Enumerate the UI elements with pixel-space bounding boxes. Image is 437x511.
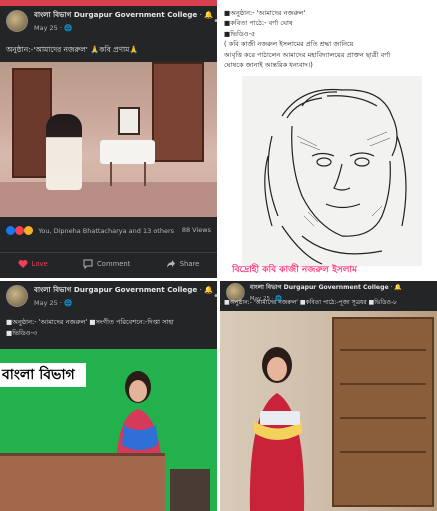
views-count: 88 Views	[181, 226, 211, 234]
top-strip	[0, 0, 217, 6]
page-name[interactable]: বাংলা বিভাগ Durgapur Government College …	[34, 285, 213, 297]
avatar[interactable]	[6, 10, 28, 32]
more-options-icon[interactable]: •••	[213, 16, 217, 27]
post-date: May 25 · 🌐	[34, 24, 73, 32]
cabinet	[332, 317, 434, 507]
comment-button[interactable]: Comment	[83, 259, 130, 269]
floor	[0, 182, 217, 217]
post-caption: অনুষ্ঠান:-'আমাদের নজরুল' 🙏কবি প্রণাম🙏	[6, 45, 139, 54]
post-2: ■অনুষ্ঠান:- 'আমাদের নজরুল' ■কবিতা পাঠে:-…	[220, 0, 437, 278]
post-3: বাংলা বিভাগ Durgapur Government College …	[0, 281, 217, 511]
globe-icon: 🌐	[63, 299, 73, 307]
share-icon	[166, 259, 175, 268]
post-4: বাংলা বিভাগ Durgapur Government College …	[220, 281, 437, 511]
table	[100, 140, 155, 164]
post-header: বাংলা বিভাগ Durgapur Government College …	[6, 285, 217, 307]
reactions-text: You, Dipneha Bhattacharya and 13 others	[38, 226, 175, 235]
comment-icon	[83, 259, 93, 269]
overlay-title: বিদ্রোহী কবি কাজী নজরুল ইসলাম	[232, 265, 358, 275]
heart-icon	[18, 259, 28, 268]
post-date: May 25 · 🌐	[34, 299, 73, 307]
globe-icon: 🌐	[63, 24, 73, 32]
department-banner: বাংলা বিভাগ	[0, 363, 86, 387]
action-bar: Love Comment Share	[0, 252, 217, 274]
more-options-icon[interactable]: •••	[213, 291, 217, 302]
reciter-figure	[249, 347, 305, 511]
girl-figure	[46, 114, 82, 190]
portrait-sketch[interactable]	[242, 76, 422, 266]
harmonium	[0, 453, 165, 511]
post-header: বাংলা বিভাগ Durgapur Government College …	[6, 10, 217, 32]
post-caption: ■অনুষ্ঠান:- 'আমাদের নজরুল' ■কবিতা পাঠে:-…	[224, 299, 398, 306]
love-button[interactable]: Love	[18, 259, 48, 269]
portrait-frame	[118, 107, 140, 135]
love-icon	[15, 226, 25, 235]
share-button[interactable]: Share	[166, 259, 199, 269]
post-photo[interactable]	[0, 62, 217, 217]
page-name[interactable]: বাংলা বিভাগ Durgapur Government College …	[250, 283, 402, 293]
post-caption: ■অনুষ্ঠান:- 'আমাদের নজরুল' ■কবিতা পাঠে:-…	[224, 9, 391, 70]
care-icon	[24, 226, 34, 235]
door	[152, 62, 204, 162]
reactions-row[interactable]: You, Dipneha Bhattacharya and 13 others …	[6, 226, 211, 235]
like-icon	[6, 226, 15, 235]
singer-figure	[116, 371, 162, 465]
avatar[interactable]	[6, 285, 28, 307]
video-frame[interactable]	[220, 311, 437, 511]
page-name[interactable]: বাংলা বিভাগ Durgapur Government College …	[34, 10, 213, 22]
post-1: বাংলা বিভাগ Durgapur Government College …	[0, 0, 217, 278]
video-frame[interactable]: বাংলা বিভাগ	[0, 349, 217, 511]
post-caption: ■অনুষ্ঠান:- 'আমাদের নজরুল' ■সংগীত পরিবেশ…	[6, 318, 174, 337]
book	[170, 469, 210, 511]
table-legs	[110, 162, 146, 186]
